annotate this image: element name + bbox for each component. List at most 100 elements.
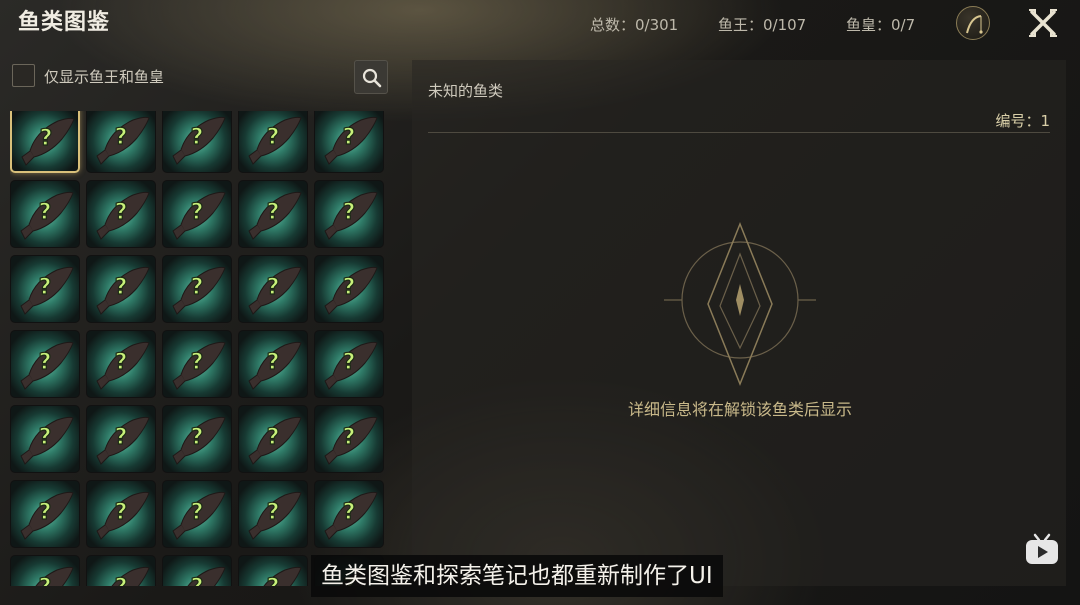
svg-text:?: ? [343, 200, 356, 225]
unknown-fish-icon: ? [324, 341, 378, 390]
unknown-fish-icon: ? [187, 566, 226, 586]
svg-text:?: ? [39, 425, 52, 450]
unknown-fish-icon: ? [96, 191, 150, 240]
unknown-fish-icon: ? [111, 566, 150, 586]
svg-text:?: ? [267, 500, 280, 525]
video-subtitle: 鱼类图鉴和探索笔记也都重新制作了UI [311, 555, 723, 597]
unknown-fish-icon: ? [324, 491, 378, 540]
unknown-fish-icon: ? [96, 266, 150, 315]
fish-grid-item[interactable]: ? [162, 555, 232, 586]
unknown-fish-icon: ? [324, 266, 378, 315]
fish-grid-item[interactable]: ? [10, 180, 80, 248]
fish-grid-item[interactable]: ? [238, 180, 308, 248]
fish-grid-item[interactable]: ? [238, 555, 308, 586]
crossed-swords-close-icon [1029, 9, 1057, 37]
fish-grid-item[interactable]: ? [10, 255, 80, 323]
fish-grid-item[interactable]: ? [314, 111, 384, 173]
fish-grid-item[interactable]: ? [238, 111, 308, 173]
svg-text:?: ? [39, 575, 52, 586]
search-button[interactable] [354, 60, 388, 94]
unknown-fish-icon: ? [20, 341, 74, 390]
unknown-fish-icon: ? [20, 191, 74, 240]
bilibili-tv-icon [1026, 533, 1058, 564]
svg-text:?: ? [267, 350, 280, 375]
unknown-fish-icon: ? [172, 341, 226, 390]
search-icon [362, 68, 382, 88]
fish-grid-item[interactable]: ? [10, 330, 80, 398]
total-count: 总数：0/301 [590, 16, 679, 34]
compass-emblem-icon [664, 221, 816, 387]
svg-text:?: ? [267, 575, 280, 586]
unknown-fish-icon: ? [324, 191, 378, 240]
fish-grid-item[interactable]: ? [314, 480, 384, 548]
fish-grid-item[interactable]: ? [86, 180, 156, 248]
svg-text:?: ? [191, 350, 204, 375]
page-title: 鱼类图鉴 [18, 10, 111, 35]
unknown-fish-icon: ? [248, 266, 302, 315]
svg-text:?: ? [39, 350, 52, 375]
detail-divider [428, 132, 1050, 133]
svg-text:?: ? [191, 200, 204, 225]
unknown-fish-icon: ? [20, 491, 74, 540]
svg-text:?: ? [40, 126, 53, 151]
unknown-fish-icon: ? [248, 341, 302, 390]
svg-text:?: ? [115, 350, 128, 375]
svg-text:?: ? [115, 125, 128, 150]
fish-grid-item[interactable]: ? [162, 330, 232, 398]
fish-grid-item[interactable]: ? [162, 111, 232, 173]
fish-grid-item[interactable]: ? [238, 255, 308, 323]
svg-text:?: ? [267, 275, 280, 300]
unknown-fish-icon: ? [248, 116, 302, 165]
unknown-fish-icon: ? [263, 566, 302, 586]
fish-king-count: 鱼王：0/107 [718, 16, 807, 34]
unknown-fish-icon: ? [96, 491, 150, 540]
fish-grid-item[interactable]: ? [238, 480, 308, 548]
svg-text:?: ? [115, 200, 128, 225]
fish-grid-item[interactable]: ? [10, 480, 80, 548]
svg-text:?: ? [39, 500, 52, 525]
svg-text:?: ? [191, 275, 204, 300]
fishing-rod-icon [966, 15, 983, 34]
fish-grid-item[interactable]: ? [162, 480, 232, 548]
filter-label: 仅显示鱼王和鱼皇 [44, 68, 165, 86]
svg-text:?: ? [267, 425, 280, 450]
fish-grid-item[interactable]: ? [162, 255, 232, 323]
svg-text:?: ? [115, 425, 128, 450]
svg-text:?: ? [39, 200, 52, 225]
fish-grid-item[interactable]: ? [86, 555, 156, 586]
fish-grid-item[interactable]: ? [314, 330, 384, 398]
svg-text:?: ? [267, 125, 280, 150]
detail-number: 编号：1 [995, 112, 1050, 130]
fish-grid-item[interactable]: ? [86, 255, 156, 323]
svg-text:?: ? [115, 500, 128, 525]
fish-grid-item[interactable]: ? [86, 330, 156, 398]
fish-grid: ??????????????????????????????????? [10, 111, 384, 586]
unknown-fish-icon: ? [21, 117, 75, 166]
svg-text:?: ? [267, 200, 280, 225]
unknown-fish-icon: ? [324, 116, 378, 165]
svg-text:?: ? [343, 275, 356, 300]
fish-grid-item[interactable]: ? [314, 255, 384, 323]
close-button[interactable] [1026, 8, 1060, 38]
svg-text:?: ? [191, 500, 204, 525]
fish-grid-viewport[interactable]: ??????????????????????????????????? [10, 111, 390, 586]
svg-text:?: ? [39, 275, 52, 300]
fish-grid-item[interactable]: ? [314, 180, 384, 248]
unknown-fish-icon: ? [172, 266, 226, 315]
filter-checkbox[interactable] [12, 64, 35, 87]
svg-text:?: ? [343, 125, 356, 150]
unknown-fish-icon: ? [172, 116, 226, 165]
fishing-rod-button[interactable] [956, 6, 990, 40]
detail-locked-hint: 详细信息将在解锁该鱼类后显示 [627, 400, 852, 419]
fish-grid-item[interactable]: ? [10, 111, 80, 173]
svg-text:?: ? [191, 125, 204, 150]
fish-grid-item[interactable]: ? [86, 480, 156, 548]
fish-grid-item[interactable]: ? [162, 180, 232, 248]
fish-grid-item[interactable]: ? [10, 555, 80, 586]
unknown-fish-icon: ? [35, 566, 74, 586]
fish-grid-item[interactable]: ? [238, 330, 308, 398]
fish-grid-item[interactable]: ? [86, 111, 156, 173]
unknown-fish-icon: ? [248, 191, 302, 240]
svg-text:?: ? [115, 575, 128, 586]
unknown-fish-icon: ? [248, 491, 302, 540]
